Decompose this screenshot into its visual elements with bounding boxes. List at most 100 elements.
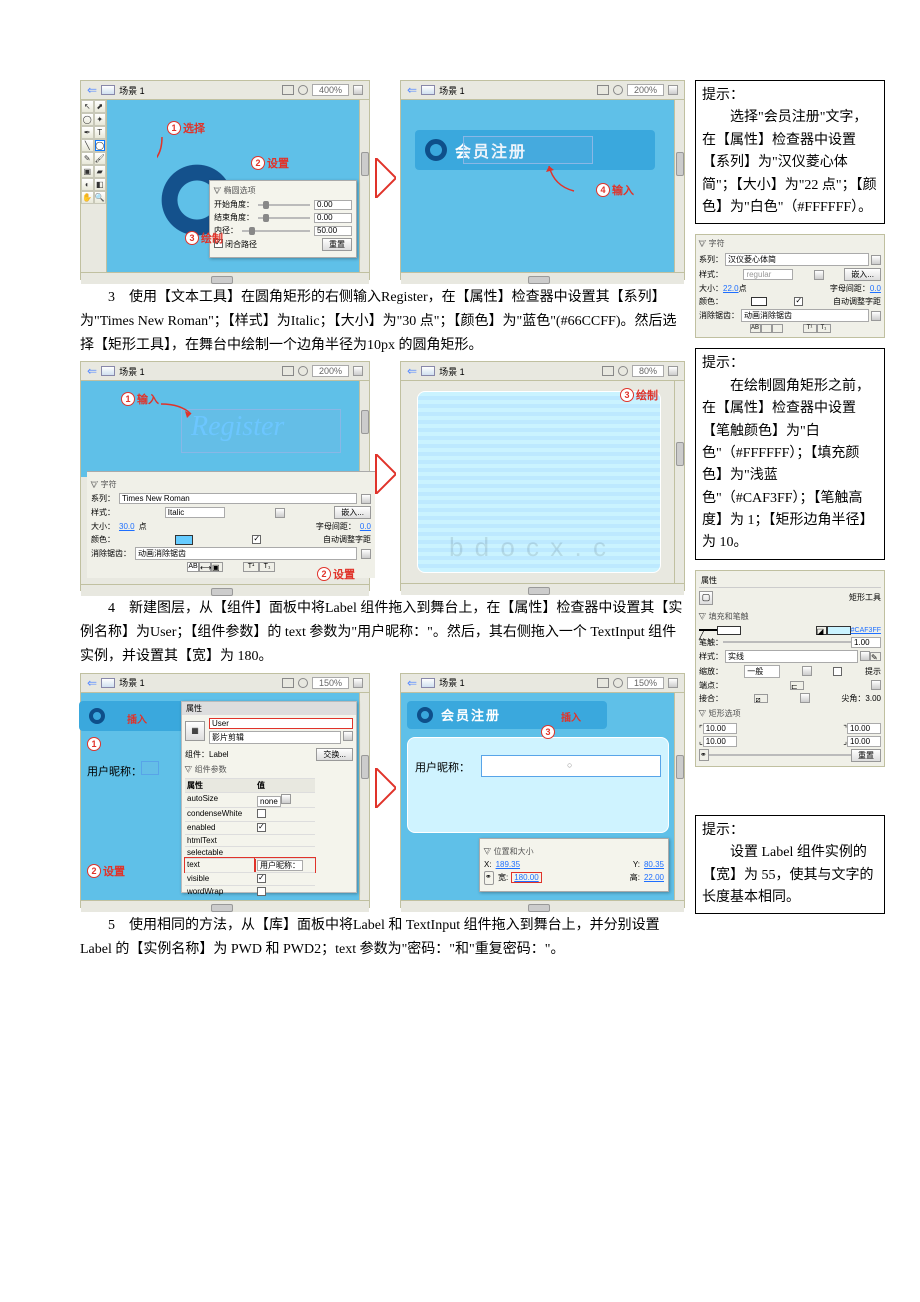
cap-dd[interactable] [871,680,881,690]
m-btns-r[interactable]: T¹T₁ [803,324,831,333]
vscroll[interactable] [674,693,684,900]
rscale-dd[interactable] [802,666,812,676]
zoom-dd-icon[interactable] [668,366,678,376]
link-icon[interactable]: ⚭ [484,871,494,885]
en-chk[interactable] [257,823,266,832]
tool-sub[interactable]: ⬈ [94,100,107,113]
series-input[interactable]: Times New Roman [119,493,357,504]
zoom-value[interactable]: 200% [627,84,664,96]
m-aa-dd[interactable] [871,311,881,321]
tool-zoom[interactable]: 🔍 [94,191,107,204]
spacing-val[interactable]: 0.0 [360,522,371,531]
vscroll[interactable] [359,381,369,477]
end-val[interactable]: 0.00 [314,213,352,223]
m-size[interactable]: 22.0 [723,284,739,293]
vscroll[interactable] [359,100,369,272]
rstyle-v[interactable]: 实线 [725,650,858,663]
rscale-v[interactable]: 一般 [744,665,780,678]
fill-swatch[interactable] [827,626,851,635]
tool-brush[interactable]: 🖌 [94,152,107,165]
hint-chk[interactable] [833,667,842,676]
disp-type[interactable]: 影片剪辑 [209,731,341,744]
w-v[interactable]: 180.00 [512,873,540,882]
join-dd[interactable] [800,693,810,703]
stroke-swatch[interactable] [717,626,741,635]
aa-val[interactable]: 动画消除锯齿 [135,547,357,560]
back-icon[interactable]: ⇐ [407,676,417,690]
join-btn[interactable]: ⧄ [754,694,768,703]
zoom-dd-icon[interactable] [353,678,363,688]
start-slider[interactable] [258,204,310,206]
vscroll[interactable] [674,100,684,272]
back-icon[interactable]: ⇐ [407,364,417,378]
m-auto-chk[interactable] [794,297,803,306]
vis-chk[interactable] [257,874,266,883]
series-dd-icon[interactable] [361,494,371,504]
start-val[interactable]: 0.00 [314,200,352,210]
aa-dd-icon[interactable] [361,549,371,559]
tool-oval[interactable]: ◯ [94,139,107,152]
tool-hand[interactable]: ✋ [81,191,94,204]
textinput-instance[interactable]: ○ [481,755,661,777]
rect-reset[interactable]: 重置 [851,749,881,762]
tool-lasso[interactable]: ◯ [81,113,94,126]
zoom-value[interactable]: 200% [312,365,349,377]
disp-dd[interactable] [343,731,353,741]
zoom-dd-icon[interactable] [353,85,363,95]
stroke-slider[interactable] [723,641,851,643]
tool-text[interactable]: T [94,126,107,139]
color-swatch[interactable] [175,535,193,545]
link-corners-icon[interactable]: ⚭ [699,749,709,761]
back-icon[interactable]: ⇐ [87,676,97,690]
vscroll[interactable] [359,693,369,900]
auto-kern-chk[interactable] [252,535,261,544]
sub-btns[interactable]: AB⟷▣ [187,562,223,572]
end-slider[interactable] [258,217,310,219]
size-val[interactable]: 30.0 [119,522,135,531]
y-v[interactable]: 80.35 [644,860,664,869]
rstyle-dd[interactable] [860,651,870,661]
hscroll[interactable] [81,584,369,596]
tool-pen[interactable]: ✒ [81,126,94,139]
style-input[interactable]: Italic [165,507,225,518]
autosize-dd[interactable] [281,794,291,804]
h-v[interactable]: 22.00 [644,873,664,882]
zoom-value[interactable]: 80% [632,365,664,377]
ww-chk[interactable] [257,887,266,896]
tool-paint[interactable]: ▣ [81,165,94,178]
back-icon[interactable]: ⇐ [407,83,417,97]
m-style-dd[interactable] [814,270,824,280]
hscroll[interactable] [401,272,684,284]
embed-button[interactable]: 嵌入... [334,506,371,519]
tool-dropper[interactable]: ◐ [81,178,94,191]
hscroll[interactable] [401,583,684,595]
style-dd-icon[interactable] [275,508,285,518]
x-v[interactable]: 189.35 [496,860,520,869]
text-val[interactable]: 用户昵称： [257,860,303,871]
back-icon[interactable]: ⇐ [87,83,97,97]
zoom-value[interactable]: 400% [312,84,349,96]
inner-slider[interactable] [242,230,310,232]
stroke-icon[interactable]: ╱ [699,629,717,632]
swap-button[interactable]: 交换... [316,748,353,761]
tool-line[interactable]: ╲ [81,139,94,152]
hscroll[interactable] [81,272,369,284]
vscroll[interactable] [674,381,684,583]
label-instance[interactable] [141,761,159,775]
m-embed[interactable]: 嵌入... [844,268,881,281]
zoom-dd-icon[interactable] [353,366,363,376]
m-aa[interactable]: 动画消除锯齿 [741,309,869,322]
m-style[interactable]: regular [743,269,793,280]
tool-pencil[interactable]: ✎ [81,152,94,165]
tool-bucket[interactable]: ▰ [94,165,107,178]
stroke-h[interactable]: 1.00 [851,637,881,648]
tr-v[interactable]: 10.00 [847,723,881,734]
m-color-swatch[interactable] [751,297,767,306]
zoom-value[interactable]: 150% [627,677,664,689]
m-sp[interactable]: 0.0 [870,284,881,293]
tl-v[interactable]: 10.00 [703,723,737,734]
hscroll[interactable] [81,900,369,912]
tool-arrow[interactable]: ↖ [81,100,94,113]
instance-name-input[interactable]: User [209,718,353,729]
m-series-dd[interactable] [871,255,881,265]
